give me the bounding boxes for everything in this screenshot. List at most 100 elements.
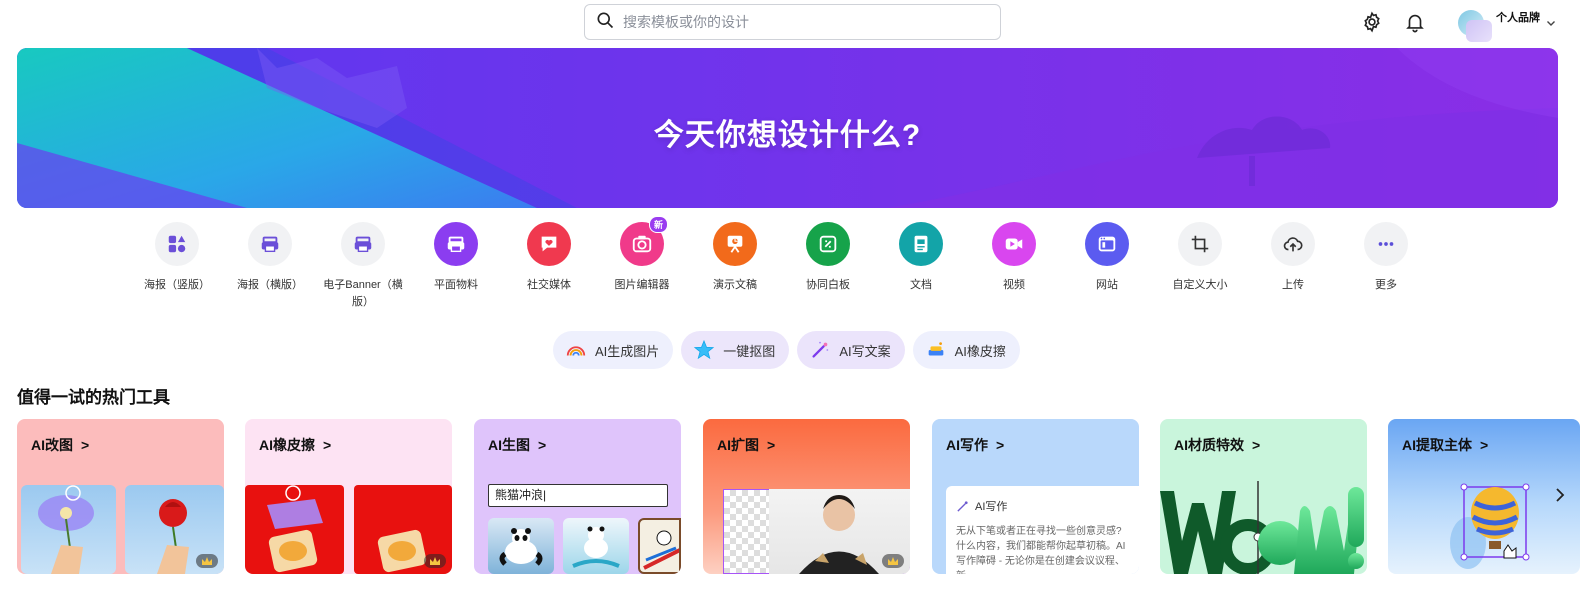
cloud-upload-icon xyxy=(1271,222,1315,266)
pill-label: 一键抠图 xyxy=(723,343,776,359)
design-categories: 海报（竖版） 海报（横版） 电子Banner（横版） 平面物料 社交媒体新图片编辑器 演示… xyxy=(137,216,1437,312)
category-label: 图片编辑器 xyxy=(614,279,670,291)
category-label: 自定义大小 xyxy=(1172,279,1228,291)
hero-banner: 今天你想设计什么? xyxy=(17,48,1558,208)
tool-cards: AI改图 > AI橡皮擦 > AI生图 > 熊猫冲浪| AI扩图 > AI写作 … xyxy=(17,419,1580,574)
pill-remove-bg[interactable]: 一键抠图 xyxy=(681,331,790,369)
category-label: 海报（横版） xyxy=(237,279,303,291)
crown-icon xyxy=(424,554,446,568)
section-title: 值得一试的热门工具 xyxy=(17,388,170,407)
document-icon xyxy=(899,222,943,266)
category-label: 更多 xyxy=(1375,279,1397,291)
category-item[interactable]: 网站 xyxy=(1067,222,1147,294)
category-label: 平面物料 xyxy=(434,279,478,291)
category-label: 文档 xyxy=(910,279,932,291)
writer-text: 无从下笔或者正在寻找一些创意灵感?什么内容，我们都能帮你起草初稿。AI写作障碍 … xyxy=(956,526,1126,574)
writing-panel: AI写作 无从下笔或者正在寻找一些创意灵感?什么内容，我们都能帮你起草初稿。AI… xyxy=(946,486,1139,574)
category-label: 海报（竖版） xyxy=(144,279,210,291)
tool-card-ai-generate[interactable]: AI生图 > 熊猫冲浪| xyxy=(474,419,681,574)
portrait-image xyxy=(769,489,910,574)
new-badge: 新 xyxy=(648,216,668,233)
category-label: 电子Banner（横版） xyxy=(323,279,403,308)
result-image xyxy=(354,485,452,574)
category-item[interactable]: 海报（竖版） xyxy=(137,222,217,294)
wow-effect-image xyxy=(1160,481,1364,574)
category-label: 演示文稿 xyxy=(713,279,757,291)
chevron-down-icon xyxy=(1547,21,1555,26)
category-item[interactable]: 电子Banner（横版） xyxy=(323,222,403,311)
category-item[interactable]: 平面物料 xyxy=(416,222,496,294)
category-label: 视频 xyxy=(1003,279,1025,291)
generated-thumb xyxy=(488,518,554,574)
category-label: 协同白板 xyxy=(806,279,850,291)
printer-icon xyxy=(341,222,385,266)
card-title: AI生图 > xyxy=(488,437,547,453)
crown-icon xyxy=(882,554,904,568)
card-title: AI扩图 > xyxy=(717,437,776,453)
card-title: AI改图 > xyxy=(31,437,90,453)
gear-icon[interactable] xyxy=(1360,10,1384,34)
pill-label: AI写文案 xyxy=(839,343,891,359)
result-image xyxy=(125,485,224,574)
star-icon xyxy=(693,339,715,361)
ai-tool-pills: AI生成图片 一键抠图 AI写文案 AI橡皮擦 xyxy=(553,331,1020,369)
account-name: 个人品牌 xyxy=(1496,12,1540,24)
crown-icon xyxy=(196,554,218,568)
more-icon xyxy=(1364,222,1408,266)
chevron-right-icon[interactable] xyxy=(1554,487,1566,503)
pill-ai-eraser[interactable]: AI橡皮擦 xyxy=(912,331,1020,369)
category-item[interactable]: 视频 xyxy=(974,222,1054,294)
eraser-icon xyxy=(925,339,947,361)
heart-chat-icon xyxy=(527,222,571,266)
category-item[interactable]: 社交媒体 xyxy=(509,222,589,294)
bell-icon[interactable] xyxy=(1403,10,1427,34)
pill-ai-copywriting[interactable]: AI写文案 xyxy=(797,331,905,369)
category-item[interactable]: 新图片编辑器 xyxy=(602,216,682,294)
generated-thumb xyxy=(563,518,629,574)
video-icon xyxy=(992,222,1036,266)
category-item[interactable]: 上传 xyxy=(1253,222,1333,294)
printer-icon xyxy=(434,222,478,266)
printer-icon xyxy=(248,222,292,266)
category-item[interactable]: 文档 xyxy=(881,222,961,294)
preview-image xyxy=(21,485,116,574)
magic-wand-icon xyxy=(809,339,831,361)
category-item[interactable]: 演示文稿 xyxy=(695,222,775,294)
preview-image xyxy=(245,485,344,574)
search-icon xyxy=(595,10,615,35)
website-icon xyxy=(1085,222,1129,266)
pill-label: AI生成图片 xyxy=(595,343,660,359)
category-item[interactable]: 海报（横版） xyxy=(230,222,310,294)
tool-card-ai-expand[interactable]: AI扩图 > xyxy=(703,419,910,574)
generated-thumb xyxy=(638,518,681,574)
prompt-input[interactable]: 熊猫冲浪| xyxy=(488,484,668,507)
card-title: AI材质特效 > xyxy=(1174,437,1261,453)
tool-card-ai-material[interactable]: AI材质特效 > xyxy=(1160,419,1367,574)
crop-icon xyxy=(1178,222,1222,266)
category-label: 上传 xyxy=(1282,279,1304,291)
tool-card-ai-edit[interactable]: AI改图 > xyxy=(17,419,224,574)
presentation-icon xyxy=(713,222,757,266)
camera-icon: 新 xyxy=(620,216,668,266)
tool-card-ai-extract[interactable]: AI提取主体 > xyxy=(1388,419,1580,574)
tool-card-ai-eraser[interactable]: AI橡皮擦 > xyxy=(245,419,452,574)
category-item[interactable]: 协同白板 xyxy=(788,222,868,294)
category-item[interactable]: 更多 xyxy=(1346,222,1426,294)
account-menu[interactable]: 个人品牌 xyxy=(1456,6,1566,42)
avatar xyxy=(1456,6,1492,42)
tool-card-ai-writing[interactable]: AI写作 > AI写作 无从下笔或者正在寻找一些创意灵感?什么内容，我们都能帮你起… xyxy=(932,419,1139,574)
category-item[interactable]: 自定义大小 xyxy=(1160,222,1240,294)
pill-ai-image[interactable]: AI生成图片 xyxy=(553,331,674,369)
search-input[interactable] xyxy=(623,14,983,30)
search-box[interactable] xyxy=(584,4,1001,40)
writer-header: AI写作 xyxy=(956,498,1129,514)
banner-title: 今天你想设计什么? xyxy=(653,119,922,152)
rainbow-icon xyxy=(565,339,587,361)
card-title: AI提取主体 > xyxy=(1402,437,1489,453)
whiteboard-icon xyxy=(806,222,850,266)
shapes-icon xyxy=(155,222,199,266)
category-label: 网站 xyxy=(1096,279,1118,291)
category-label: 社交媒体 xyxy=(527,279,571,291)
card-title: AI橡皮擦 > xyxy=(259,437,332,453)
pill-label: AI橡皮擦 xyxy=(954,343,1006,359)
